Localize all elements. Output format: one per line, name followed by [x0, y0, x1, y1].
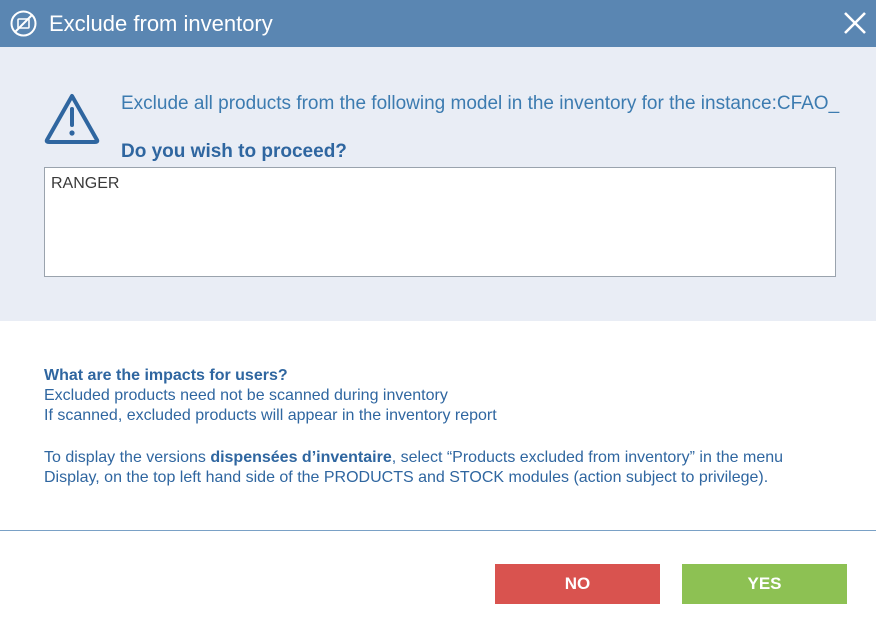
exclude-dialog: Exclude from inventory Exclude all produ…	[0, 0, 876, 638]
display-instructions: To display the versions dispensées d’inv…	[44, 448, 844, 468]
display-instructions-line-2: Display, on the top left hand side of th…	[44, 469, 769, 486]
impacts-heading: What are the impacts for users?	[44, 367, 288, 384]
no-button[interactable]: NO	[495, 564, 660, 604]
display-suffix: , select “Products excluded from invento…	[391, 449, 784, 466]
footer-divider	[0, 530, 876, 531]
confirmation-message: Exclude all products from the following …	[121, 93, 840, 114]
model-list-box[interactable]: RANGER	[44, 167, 836, 277]
close-icon[interactable]	[842, 10, 868, 36]
warning-triangle-icon	[44, 94, 100, 144]
impact-line-2: If scanned, excluded products will appea…	[44, 407, 497, 424]
display-prefix: To display the versions	[44, 449, 211, 466]
confirmation-question: Do you wish to proceed?	[121, 141, 347, 162]
dialog-title: Exclude from inventory	[49, 11, 273, 36]
impact-line-1: Excluded products need not be scanned du…	[44, 387, 448, 404]
title-bar: Exclude from inventory	[0, 0, 876, 47]
impacts-info: What are the impacts for users? Excluded…	[44, 366, 844, 488]
excluded-icon	[10, 10, 37, 37]
yes-button[interactable]: YES	[682, 564, 847, 604]
display-bold: dispensées d’inventaire	[210, 449, 392, 466]
